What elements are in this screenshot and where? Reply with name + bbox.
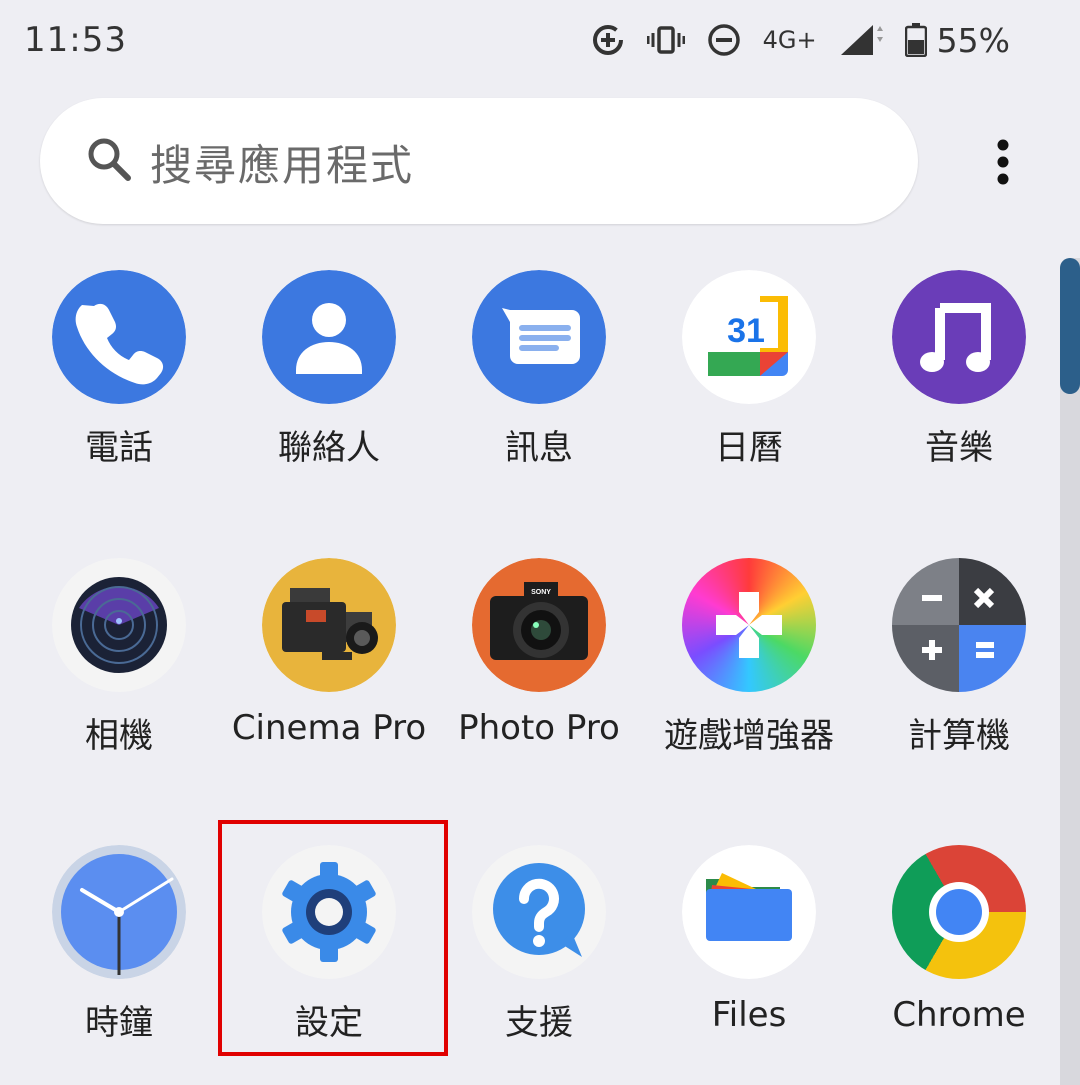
battery-icon xyxy=(904,23,927,57)
signal-icon xyxy=(840,25,883,55)
calendar-icon: 31 xyxy=(682,270,816,404)
vibrate-icon xyxy=(646,26,685,54)
clock-icon xyxy=(52,845,186,979)
cinema-pro-icon xyxy=(262,558,396,692)
photo-pro-icon: SONY xyxy=(472,558,606,692)
files-icon xyxy=(682,845,816,979)
battery-percent: 55% xyxy=(936,20,1010,60)
network-4g-icon: 4G+ xyxy=(762,26,817,54)
data-saver-icon xyxy=(592,25,623,55)
contacts-icon xyxy=(262,270,396,404)
photo-pro-brand-text: SONY xyxy=(531,589,551,596)
battery-indicator: 55% xyxy=(904,20,1010,60)
search-bar[interactable]: 搜尋應用程式 xyxy=(40,98,918,224)
phone-icon xyxy=(52,270,186,404)
status-icons: 4G+ 55% xyxy=(591,18,1010,62)
scrollbar-thumb[interactable] xyxy=(1060,258,1080,394)
app-label: Chrome xyxy=(892,995,1026,1035)
do-not-disturb-icon xyxy=(707,24,740,56)
calendar-date-text: 31 xyxy=(727,312,765,350)
status-time: 11:53 xyxy=(24,20,127,60)
more-vert-icon[interactable] xyxy=(980,138,1026,188)
app-label: 音樂 xyxy=(925,428,993,468)
highlight-box-settings xyxy=(218,820,448,1056)
search-icon xyxy=(88,138,131,181)
support-icon xyxy=(472,845,606,979)
game-enhancer-icon xyxy=(682,558,816,692)
chrome-icon xyxy=(892,845,1026,979)
status-bar: 11:53 4G+ 55% xyxy=(0,0,1080,84)
app-label: 計算機 xyxy=(908,716,1010,756)
music-icon xyxy=(892,270,1026,404)
calculator-icon xyxy=(892,558,1026,692)
messages-icon xyxy=(472,270,606,404)
search-input[interactable]: 搜尋應用程式 xyxy=(150,132,414,193)
camera-icon xyxy=(52,558,186,692)
